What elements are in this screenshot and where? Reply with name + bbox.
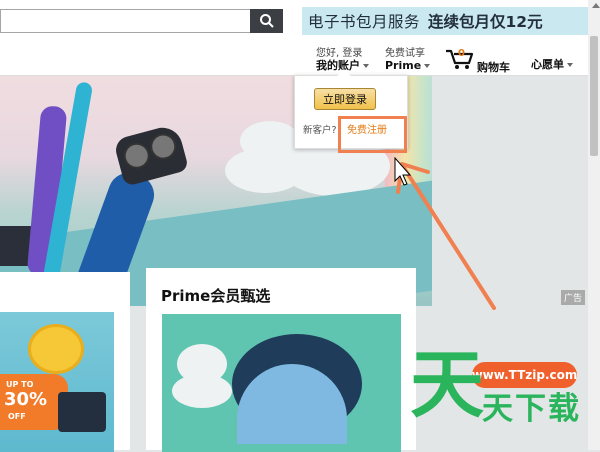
- new-customer-label: 新客户?: [303, 125, 337, 136]
- ad-label: 广告: [561, 290, 586, 305]
- scroll-up-icon[interactable]: [592, 3, 600, 8]
- scrollbar-thumb[interactable]: [590, 36, 598, 156]
- promo-price-text: 连续包月仅12元: [428, 13, 543, 31]
- badge-percent: 30%: [4, 389, 48, 410]
- wishlist-menu[interactable]: 心愿单: [531, 59, 573, 71]
- prime-menu[interactable]: 免费试享 Prime: [385, 48, 431, 72]
- shaver-head-image: [112, 123, 190, 187]
- cloud-decoration: [225, 148, 305, 193]
- search-input[interactable]: [0, 9, 250, 33]
- flyout-pointer: [337, 69, 351, 76]
- prime-card-image[interactable]: [162, 314, 401, 452]
- cloud-decoration: [172, 374, 232, 408]
- highlight-box: [338, 116, 407, 153]
- search-icon: [259, 14, 274, 28]
- cart-link[interactable]: 0 购物车: [443, 48, 543, 74]
- deals-image[interactable]: UP TO 30% OFF: [0, 312, 114, 452]
- wishlist-label: 心愿单: [531, 58, 564, 71]
- watermark-logo: 天: [410, 342, 484, 428]
- search-button[interactable]: [250, 9, 283, 33]
- blade-decoration: [147, 130, 180, 163]
- prime-card-title: Prime会员甄选: [161, 287, 271, 305]
- cart-label: 购物车: [477, 61, 510, 74]
- greeting-label: 您好, 登录: [316, 48, 363, 59]
- gift-card-image: [58, 392, 106, 432]
- promo-text: 电子书包月服务: [308, 13, 421, 31]
- badge-off: OFF: [8, 412, 26, 421]
- chevron-down-icon: [363, 64, 369, 68]
- watermark-text: 天下载: [482, 391, 581, 427]
- watermark-url: www.TTzip.com: [472, 362, 577, 388]
- chevron-down-icon: [567, 63, 573, 67]
- prime-trial-label: 免费试享: [385, 48, 425, 59]
- promo-banner[interactable]: 电子书包月服务 连续包月仅12元: [302, 7, 588, 35]
- prime-label: Prime: [385, 59, 422, 72]
- badge-up-to: UP TO: [6, 380, 34, 389]
- chevron-down-icon: [424, 64, 431, 68]
- blade-decoration: [120, 139, 153, 172]
- mouse-cursor-icon: [394, 157, 412, 186]
- amazon-coin-image: [28, 324, 84, 374]
- signin-button[interactable]: 立即登录: [314, 88, 376, 110]
- cart-count: 0: [458, 48, 465, 59]
